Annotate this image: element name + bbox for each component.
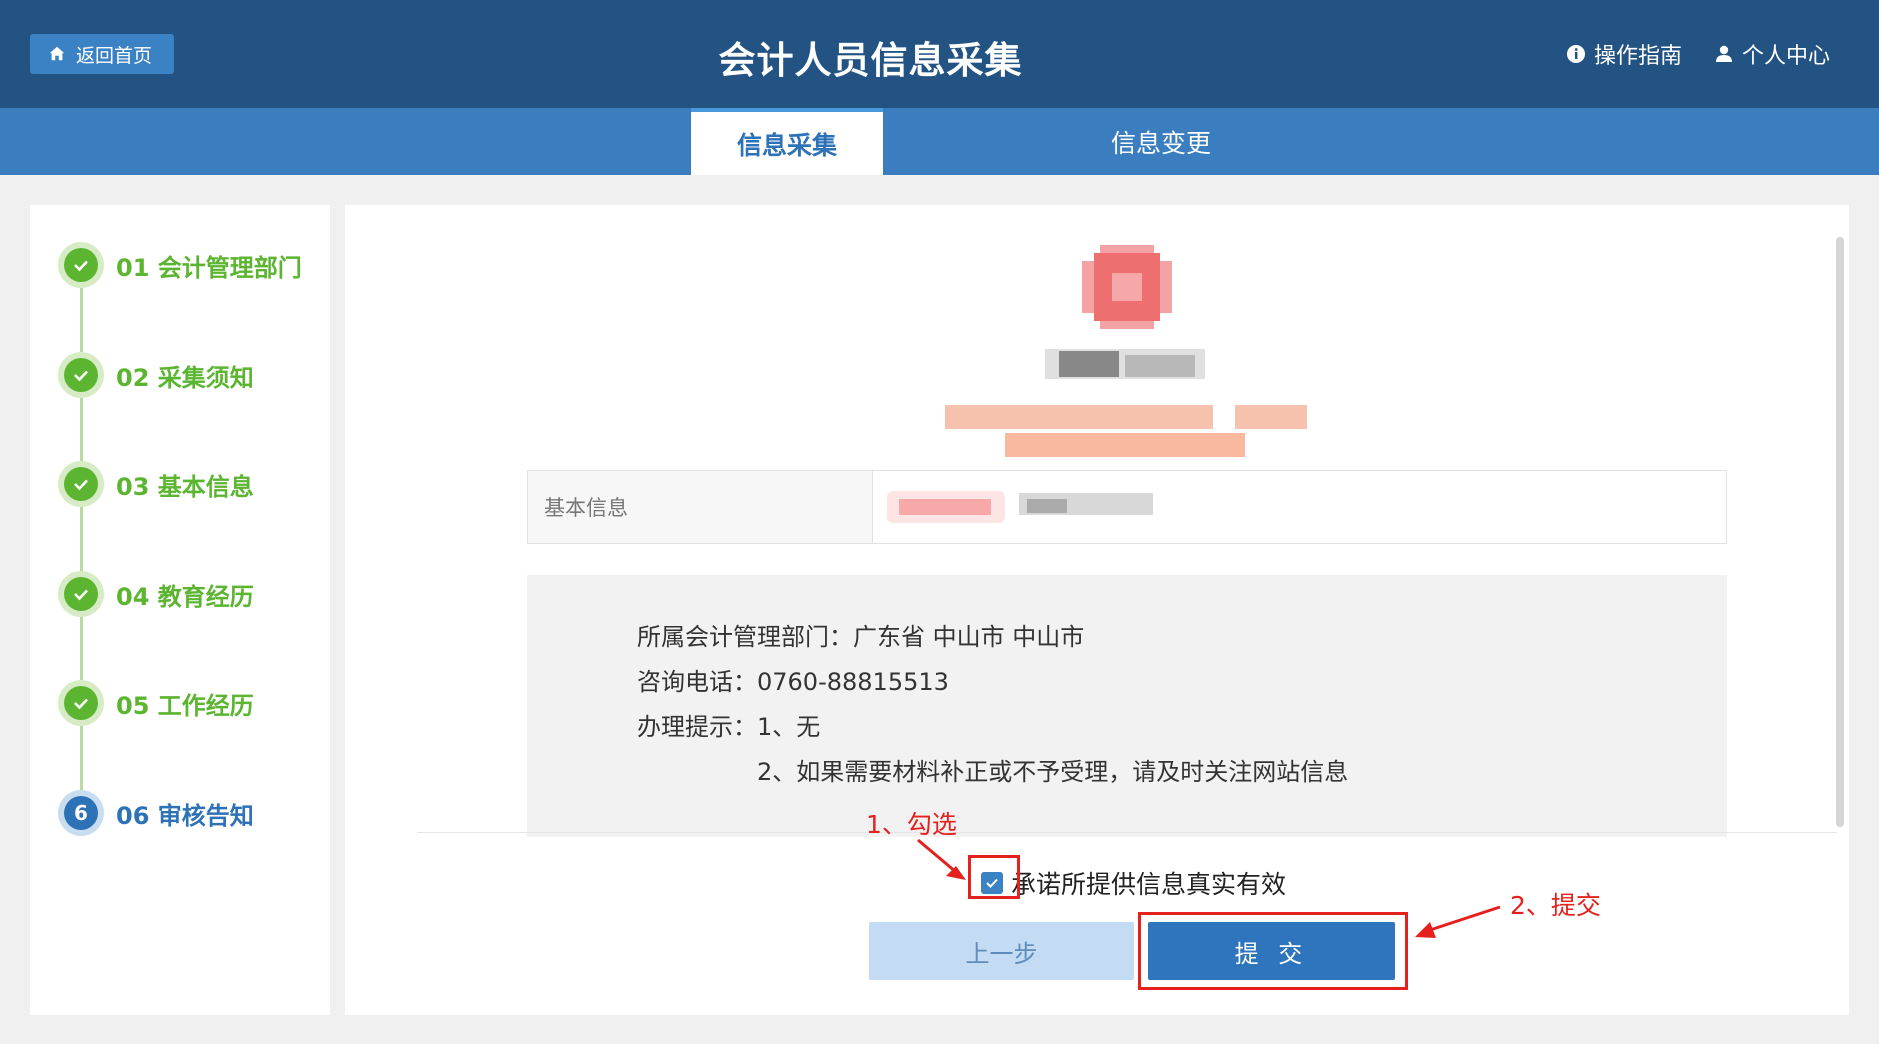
scrollbar[interactable] (1836, 237, 1844, 827)
step-label: 05 工作经历 (116, 691, 254, 720)
divider (417, 832, 1837, 833)
step-label: 06 审核告知 (116, 801, 254, 830)
user-center-link[interactable]: 个人中心 (1714, 38, 1830, 70)
step-label: 03 基本信息 (116, 472, 254, 501)
annotation-label-check: 1、勾选 (866, 810, 957, 839)
step-sidebar: 01 会计管理部门 02 采集须知 03 基本信息 04 教育经历 05 工作经… (30, 205, 330, 1015)
redacted-basic-info (887, 491, 1153, 523)
step-circle (58, 352, 104, 398)
top-header: 返回首页 会计人员信息采集 操作指南 个人中心 (0, 0, 1879, 108)
step-dot (64, 248, 98, 282)
check-icon (74, 370, 88, 382)
step-circle: 6 (58, 790, 104, 836)
check-icon (74, 479, 88, 491)
step-accounting-dept[interactable]: 01 会计管理部门 (58, 242, 302, 288)
prev-step-button[interactable]: 上一步 (869, 922, 1134, 980)
step-dot (64, 686, 98, 720)
annotation-box-submit (1138, 912, 1408, 990)
notice-tip-1: 办理提示：1、无 (637, 713, 821, 741)
step-basic-info[interactable]: 03 基本信息 (58, 461, 254, 507)
page-title: 会计人员信息采集 (718, 39, 1023, 82)
annotation-box-checkbox (968, 855, 1020, 899)
main-panel: 基本信息 所属会计管理部门：广东省 中山市 中山市 咨询电话：0760-8881… (345, 205, 1849, 1015)
basic-info-header: 基本信息 (528, 471, 873, 543)
notice-department: 所属会计管理部门：广东省 中山市 中山市 (637, 623, 1085, 651)
step-label: 02 采集须知 (116, 363, 254, 392)
step-circle (58, 680, 104, 726)
redacted-name (1045, 349, 1205, 379)
basic-info-table: 基本信息 (527, 470, 1727, 544)
check-icon (74, 260, 88, 272)
guide-link[interactable]: 操作指南 (1566, 38, 1682, 70)
redacted-status-text (945, 405, 1307, 457)
step-dot (64, 467, 98, 501)
step-number: 6 (64, 796, 98, 830)
user-center-label: 个人中心 (1742, 44, 1831, 69)
user-icon (1716, 45, 1732, 62)
step-circle (58, 461, 104, 507)
notice-phone: 咨询电话：0760-88815513 (637, 668, 949, 696)
step-circle (58, 242, 104, 288)
step-circle (58, 571, 104, 617)
tab-info-collect[interactable]: 信息采集 (691, 108, 883, 175)
check-icon (74, 589, 88, 601)
step-review-notice[interactable]: 6 06 审核告知 (58, 790, 254, 836)
check-icon (74, 698, 88, 710)
info-icon (1567, 45, 1585, 63)
tab-bar: 信息采集 信息变更 (0, 108, 1879, 175)
step-label: 01 会计管理部门 (116, 253, 302, 282)
step-connector-line (80, 265, 83, 813)
notice-tip-2: 2、如果需要材料补正或不予受理，请及时关注网站信息 (757, 758, 1349, 786)
annotation-label-submit: 2、提交 (1510, 891, 1601, 920)
notice-box: 所属会计管理部门：广东省 中山市 中山市 咨询电话：0760-88815513 … (527, 575, 1727, 837)
status-avatar-redacted (1082, 245, 1172, 329)
basic-info-cell (873, 471, 1726, 543)
tab-info-change[interactable]: 信息变更 (1065, 108, 1257, 175)
step-education[interactable]: 04 教育经历 (58, 571, 254, 617)
step-collect-notice[interactable]: 02 采集须知 (58, 352, 254, 398)
promise-checkbox-row[interactable]: 承诺所提供信息真实有效 (981, 865, 1286, 901)
step-label: 04 教育经历 (116, 582, 254, 611)
step-dot (64, 358, 98, 392)
promise-label: 承诺所提供信息真实有效 (1011, 870, 1287, 899)
step-dot (64, 577, 98, 611)
guide-label: 操作指南 (1594, 44, 1683, 69)
step-work-history[interactable]: 05 工作经历 (58, 680, 254, 726)
